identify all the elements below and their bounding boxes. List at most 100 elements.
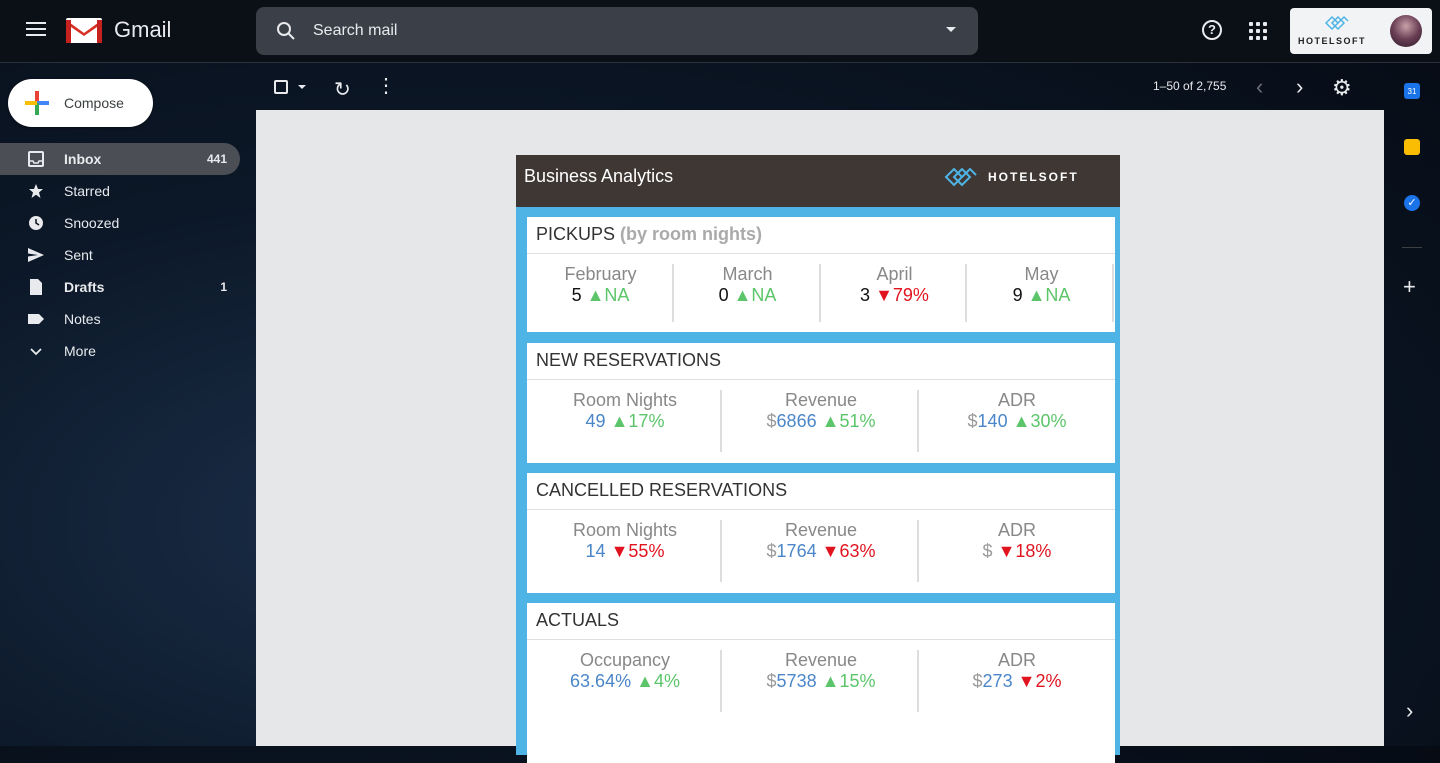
- pickup-cell-february: February 5 ▲NA: [527, 264, 674, 306]
- metric-adr: ADR $273 ▼2%: [919, 650, 1115, 692]
- metric-label: Revenue: [784, 520, 858, 540]
- search-options-dropdown-icon[interactable]: [946, 27, 956, 32]
- hotelsoft-logo-icon: [1324, 15, 1349, 31]
- metric-value: 1764: [776, 541, 817, 561]
- up-arrow-icon: ▲: [1027, 285, 1046, 305]
- sidebar-item-label: Starred: [64, 183, 110, 199]
- pickup-cell-march: March 0 ▲NA: [674, 264, 821, 306]
- up-arrow-icon: ▲: [1012, 411, 1031, 431]
- cancelled-reservations-title: CANCELLED RESERVATIONS: [527, 473, 1115, 510]
- tasks-icon[interactable]: ✓: [1404, 195, 1420, 211]
- up-arrow-icon: ▲: [821, 411, 840, 431]
- sidebar-item-inbox[interactable]: Inbox 441: [0, 143, 240, 175]
- hamburger-line: [26, 22, 46, 24]
- pickup-change: NA: [751, 285, 777, 305]
- add-addon-icon[interactable]: +: [1403, 276, 1416, 298]
- hotelsoft-logo-icon: [944, 167, 977, 187]
- keep-icon[interactable]: [1404, 139, 1420, 155]
- up-arrow-icon: ▲: [636, 671, 654, 691]
- down-arrow-icon: ▼: [1017, 671, 1036, 691]
- divider: [672, 264, 674, 322]
- pickup-cell-april: April 3 ▼79%: [821, 264, 968, 306]
- metric-value: 6866: [776, 411, 817, 431]
- sidebar-item-label: Notes: [64, 311, 101, 327]
- pickup-cell-may: May 9 ▲NA: [968, 264, 1115, 306]
- more-options-icon[interactable]: ⋮: [376, 76, 396, 96]
- select-dropdown-icon[interactable]: [298, 85, 306, 89]
- inbox-icon: [28, 151, 44, 167]
- divider: [917, 520, 919, 582]
- divider: [917, 390, 919, 452]
- metric-value: 273: [982, 671, 1013, 691]
- metric-change: 15%: [839, 671, 876, 691]
- compose-button[interactable]: Compose: [8, 79, 153, 127]
- app-title: Gmail: [114, 17, 172, 42]
- sidebar-item-starred[interactable]: Starred: [0, 175, 240, 207]
- pickup-change: NA: [1045, 285, 1071, 305]
- newer-page-icon[interactable]: ›: [1296, 74, 1303, 100]
- search-icon[interactable]: [274, 19, 298, 43]
- metric-change: 18%: [1015, 541, 1052, 561]
- pickup-value: 9: [1012, 285, 1023, 305]
- divider: [720, 650, 722, 712]
- down-arrow-icon: ▼: [997, 541, 1016, 561]
- currency-symbol: $: [766, 671, 777, 691]
- currency-symbol: $: [766, 411, 777, 431]
- main-menu-button[interactable]: [22, 18, 50, 46]
- down-arrow-icon: ▼: [821, 541, 840, 561]
- metric-occupancy: Occupancy 63.64% ▲4%: [527, 650, 723, 692]
- pickups-subtitle: (by room nights): [620, 224, 763, 244]
- draft-count: 1: [220, 280, 227, 294]
- up-arrow-icon: ▲: [821, 671, 840, 691]
- brand-text: HOTELSOFT: [988, 170, 1079, 184]
- metric-change: 30%: [1030, 411, 1067, 431]
- metric-revenue: Revenue $1764 ▼63%: [723, 520, 919, 562]
- up-arrow-icon: ▲: [610, 411, 629, 431]
- sidebar-item-sent[interactable]: Sent: [0, 239, 240, 271]
- calendar-icon[interactable]: 31: [1404, 83, 1420, 99]
- pickups-title: PICKUPS: [536, 224, 616, 244]
- cancelled-reservations-metrics: Room Nights 14 ▼55% Revenue $1764 ▼63% A…: [527, 510, 1115, 582]
- month-label: April: [876, 264, 913, 284]
- divider: [1112, 264, 1114, 322]
- refresh-icon[interactable]: ↻: [334, 77, 351, 102]
- metric-label: Occupancy: [579, 650, 671, 670]
- sidebar-item-notes[interactable]: Notes: [0, 303, 240, 335]
- pickup-value: 5: [571, 285, 582, 305]
- metric-change: 4%: [653, 671, 680, 691]
- metric-label: Revenue: [784, 390, 858, 410]
- currency-symbol: $: [766, 541, 777, 561]
- select-all-checkbox[interactable]: [274, 80, 288, 94]
- avatar[interactable]: [1390, 15, 1422, 47]
- account-switcher[interactable]: HOTELSOFT: [1290, 8, 1432, 54]
- top-bar: Gmail Search mail ? HOTELSOFT: [0, 0, 1440, 63]
- gear-icon[interactable]: ⚙: [1332, 75, 1352, 101]
- search-input[interactable]: Search mail: [313, 22, 397, 40]
- chevron-down-icon: [30, 348, 42, 356]
- metric-value: 14: [585, 541, 606, 561]
- side-panel: 31 ✓ + ›: [1384, 63, 1440, 746]
- sidebar-item-label: More: [64, 343, 96, 359]
- metric-room-nights: Room Nights 14 ▼55%: [527, 520, 723, 562]
- apps-grid-icon[interactable]: [1249, 22, 1267, 40]
- search-bar[interactable]: Search mail: [256, 7, 978, 55]
- compose-label: Compose: [64, 95, 124, 111]
- actuals-metrics: Occupancy 63.64% ▲4% Revenue $5738 ▲15% …: [527, 640, 1115, 712]
- metric-label: ADR: [997, 650, 1036, 670]
- sidebar-item-more[interactable]: More: [0, 335, 240, 367]
- pickup-change: 79%: [892, 285, 929, 305]
- new-reservations-title: NEW RESERVATIONS: [527, 343, 1115, 380]
- sidebar-item-snoozed[interactable]: Snoozed: [0, 207, 240, 239]
- metric-revenue: Revenue $5738 ▲15%: [723, 650, 919, 692]
- sidebar-nav: Inbox 441 Starred Snoozed Sent Drafts 1 …: [0, 143, 240, 367]
- message-pane: Business Analytics HOTELSOFT PICKUPS (by…: [256, 110, 1384, 763]
- pickups-section: PICKUPS (by room nights) February 5 ▲NA …: [527, 217, 1115, 332]
- show-side-panel-icon[interactable]: ›: [1406, 700, 1413, 722]
- gmail-logo[interactable]: Gmail: [66, 16, 171, 44]
- older-page-icon[interactable]: ‹: [1256, 74, 1263, 100]
- sidebar-item-label: Drafts: [64, 279, 105, 295]
- sidebar-item-drafts[interactable]: Drafts 1: [0, 271, 240, 303]
- new-reservations-section: NEW RESERVATIONS Room Nights 49 ▲17% Rev…: [527, 343, 1115, 463]
- help-icon[interactable]: ?: [1202, 20, 1222, 40]
- unread-count: 441: [206, 152, 227, 166]
